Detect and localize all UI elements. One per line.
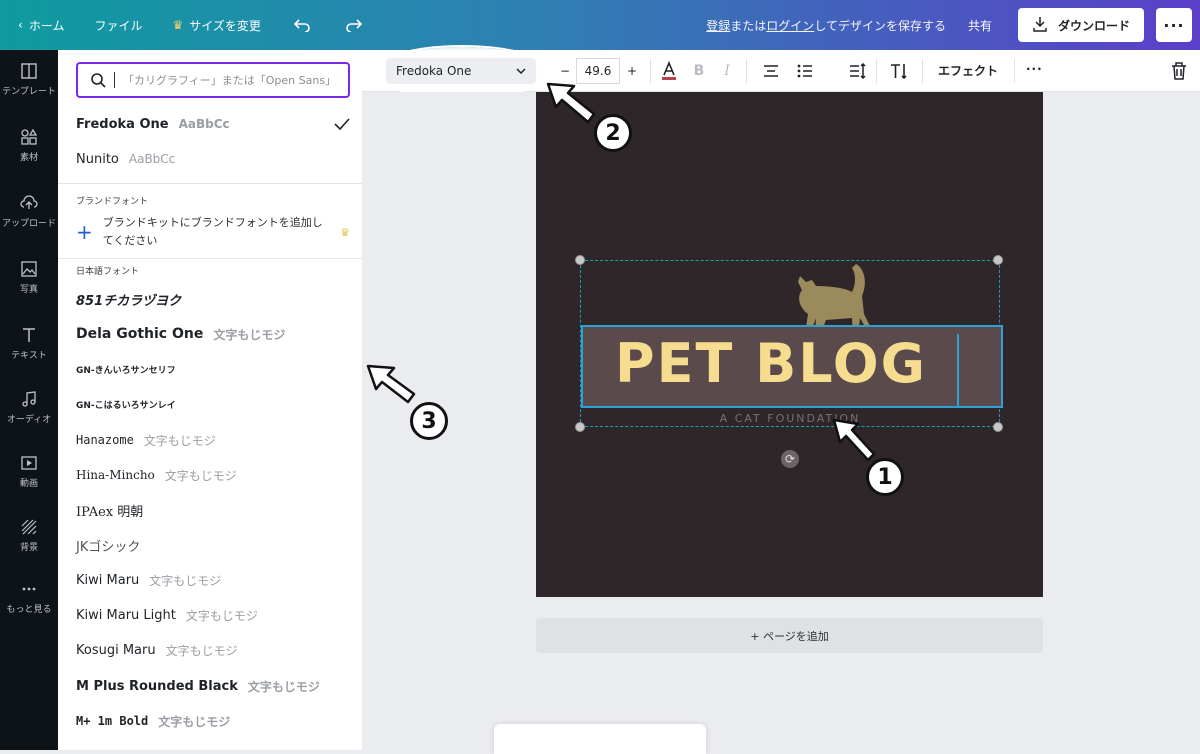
template-icon bbox=[21, 63, 37, 79]
text-cursor bbox=[114, 72, 115, 88]
font-item[interactable]: IPAex 明朝 bbox=[76, 499, 350, 521]
font-item[interactable]: GN-きんいろサンセリフ bbox=[76, 358, 350, 380]
chevron-down-icon bbox=[516, 68, 526, 74]
font-family-dropdown[interactable]: Fredoka One bbox=[386, 58, 536, 84]
rotate-icon[interactable]: ⟳ bbox=[781, 450, 799, 468]
annotation-arrow-3 bbox=[366, 364, 416, 404]
trash-icon[interactable] bbox=[1168, 60, 1190, 82]
font-item[interactable]: Kiwi Maru 文字もじモジ bbox=[76, 569, 350, 591]
font-item[interactable]: JKゴシック bbox=[76, 534, 350, 556]
pet-blog-title[interactable]: PET BLOG bbox=[581, 332, 961, 395]
annotation-arrow-2 bbox=[546, 82, 596, 124]
divider bbox=[58, 258, 362, 259]
home-button[interactable]: ‹ ホーム bbox=[18, 17, 64, 34]
separator bbox=[922, 59, 923, 83]
annotation-badge-3: 3 bbox=[410, 402, 448, 440]
share-button[interactable]: 共有 bbox=[968, 17, 992, 34]
crown-icon: ♛ bbox=[172, 18, 184, 32]
japanese-fonts-heading: 日本語フォント bbox=[76, 267, 140, 277]
music-icon bbox=[22, 391, 36, 407]
login-link[interactable]: ログイン bbox=[766, 19, 814, 33]
crown-icon: ♛ bbox=[340, 226, 350, 239]
annotation-badge-2: 2 bbox=[594, 114, 632, 152]
rail-item-background[interactable]: 背景 bbox=[0, 506, 58, 566]
rail-item-text[interactable]: テキスト bbox=[0, 314, 58, 374]
file-menu[interactable]: ファイル bbox=[94, 17, 142, 34]
annotation-arrow-1 bbox=[832, 418, 876, 462]
bold-icon[interactable]: B bbox=[688, 60, 710, 82]
resize-handle[interactable] bbox=[993, 255, 1003, 265]
italic-icon[interactable]: I bbox=[716, 60, 738, 82]
spacing-icon[interactable] bbox=[846, 60, 868, 82]
text-cursor bbox=[957, 334, 959, 406]
effects-button[interactable]: エフェクト bbox=[938, 62, 998, 79]
separator bbox=[746, 59, 747, 83]
font-item-fredoka-one[interactable]: Fredoka One AaBbCc bbox=[76, 113, 350, 135]
rail-item-audio[interactable]: オーディオ bbox=[0, 378, 58, 438]
search-icon bbox=[91, 73, 106, 88]
redo-icon[interactable] bbox=[343, 14, 365, 36]
top-bar: ‹ ホーム ファイル ♛ サイズを変更 登録またはログインしてデザインを保存する… bbox=[0, 0, 1200, 50]
increase-size-button[interactable]: + bbox=[620, 58, 644, 84]
rail-item-elements[interactable]: 素材 bbox=[0, 116, 58, 176]
vertical-text-icon[interactable] bbox=[888, 60, 910, 82]
font-item[interactable]: Kiwi Maru Light 文字もじモジ bbox=[76, 604, 350, 626]
checkmark-icon bbox=[334, 115, 350, 134]
photo-icon bbox=[21, 261, 37, 277]
add-page-button[interactable]: + ページを追加 bbox=[536, 618, 1043, 653]
text-icon bbox=[23, 328, 35, 342]
download-icon bbox=[1032, 16, 1048, 35]
shapes-icon bbox=[21, 128, 38, 145]
text-color-icon[interactable] bbox=[658, 60, 680, 82]
rail-item-photos[interactable]: 写真 bbox=[0, 248, 58, 308]
resize-button[interactable]: ♛ サイズを変更 bbox=[172, 17, 260, 34]
undo-icon[interactable] bbox=[291, 14, 313, 36]
rail-item-more[interactable]: もっと見る bbox=[0, 568, 58, 628]
cloud-upload-icon bbox=[20, 195, 38, 209]
rail-item-template[interactable]: テンプレート bbox=[0, 50, 58, 110]
search-placeholder: 「カリグラフィー」または「Open Sans」 bbox=[123, 74, 337, 87]
resize-handle[interactable] bbox=[575, 255, 585, 265]
font-item[interactable]: Hina-Mincho 文字もじモジ bbox=[76, 464, 350, 486]
left-rail: テンプレート 素材 アップロード 写真 テキスト オーディオ 動画 背景 もっと… bbox=[0, 50, 58, 750]
list-icon[interactable] bbox=[794, 60, 816, 82]
more-options-button[interactable]: ··· bbox=[1156, 8, 1192, 42]
plus-icon: + bbox=[76, 220, 93, 244]
separator bbox=[1014, 59, 1015, 83]
align-center-icon[interactable] bbox=[760, 60, 782, 82]
background-icon bbox=[21, 519, 37, 535]
annotation-badge-1: 1 bbox=[866, 458, 904, 496]
register-link[interactable]: 登録 bbox=[706, 19, 730, 33]
font-item[interactable]: Dela Gothic One 文字もじモジ bbox=[76, 323, 350, 345]
font-item[interactable]: M Plus Rounded Black 文字もじモジ bbox=[76, 675, 350, 697]
subtitle-text[interactable]: A CAT FOUNDATION bbox=[580, 412, 1000, 425]
brand-fonts-heading: ブランドフォント bbox=[76, 197, 149, 207]
font-item[interactable]: M+ 1m Bold 文字もじモジ bbox=[76, 710, 350, 732]
font-item[interactable]: 851チカラヅヨク bbox=[76, 288, 350, 310]
font-item[interactable]: GN-こはるいろサンレイ bbox=[76, 393, 350, 415]
more-icon bbox=[22, 587, 36, 591]
font-item[interactable]: Kosugi Maru 文字もじモジ bbox=[76, 639, 350, 661]
video-icon bbox=[21, 456, 37, 470]
rail-item-upload[interactable]: アップロード bbox=[0, 182, 58, 242]
divider bbox=[58, 183, 362, 184]
font-search-input[interactable]: 「カリグラフィー」または「Open Sans」 bbox=[76, 62, 350, 98]
rail-item-video[interactable]: 動画 bbox=[0, 442, 58, 502]
font-panel: 「カリグラフィー」または「Open Sans」 Fredoka One AaBb… bbox=[58, 50, 362, 750]
font-item-nunito[interactable]: Nunito AaBbCc bbox=[76, 148, 350, 170]
add-brand-font-button[interactable]: + ブランドキットにブランドフォントを追加してください ♛ bbox=[76, 214, 350, 250]
separator bbox=[650, 59, 651, 83]
separator bbox=[876, 59, 877, 83]
download-button[interactable]: ダウンロード bbox=[1017, 8, 1144, 42]
toolbar-more-button[interactable]: ··· bbox=[1026, 62, 1043, 76]
font-item[interactable]: Hanazome 文字もじモジ bbox=[76, 429, 350, 451]
chevron-left-icon: ‹ bbox=[18, 18, 23, 32]
save-prompt: 登録またはログインしてデザインを保存する bbox=[706, 18, 946, 33]
